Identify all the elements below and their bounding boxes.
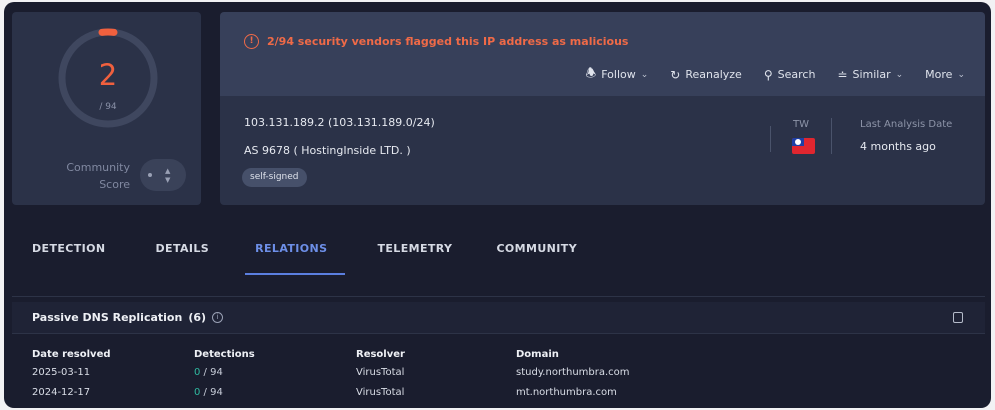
reanalyze-button[interactable]: ↻ Reanalyze [670, 64, 742, 85]
passive-dns-header: Passive DNS Replication (6) i [12, 302, 985, 334]
table-header-row: Date resolved Detections Resolver Domain [32, 346, 972, 362]
bell-icon: 🕭 [585, 66, 597, 80]
detections-cell: 0 / 94 [194, 387, 356, 398]
column-header-date[interactable]: Date resolved [32, 349, 194, 360]
more-button[interactable]: More ⌄ [925, 64, 965, 85]
tab-details[interactable]: DETAILS [156, 230, 210, 275]
similar-label: Similar [852, 68, 891, 81]
tab-detection[interactable]: DETECTION [32, 230, 106, 275]
taiwan-flag-icon [792, 138, 815, 154]
table-row[interactable]: 2024-12-17 0 / 94 VirusTotal mt.northumb… [32, 382, 972, 402]
follow-label: Follow [601, 68, 636, 81]
reanalyze-label: Reanalyze [685, 68, 742, 81]
search-button[interactable]: ⚲ Search [764, 64, 816, 85]
alert-text: 2/94 security vendors flagged this IP ad… [267, 35, 629, 48]
ip-address[interactable]: 103.131.189.2 (103.131.189.0/24) [244, 116, 435, 129]
search-icon: ⚲ [763, 67, 773, 82]
report-tabs: DETECTION DETAILS RELATIONS TELEMETRY CO… [12, 230, 577, 275]
community-score-card: 2 / 94 Community Score ▲ ▼ [12, 12, 201, 205]
info-icon[interactable]: i [212, 312, 224, 323]
alert-circle-icon: ! [244, 34, 259, 49]
date-cell: 2025-03-11 [32, 366, 91, 378]
report-header: ! 2/94 security vendors flagged this IP … [220, 12, 985, 96]
tag-self-signed[interactable]: self-signed [242, 168, 307, 187]
domain-link[interactable]: mt.northumbra.com [516, 387, 916, 398]
ip-info-panel: 103.131.189.2 (103.131.189.0/24) AS 9678… [220, 96, 985, 205]
community-score-label: Community Score [50, 159, 130, 193]
passive-dns-title-text: Passive DNS Replication [32, 311, 183, 324]
column-header-detections[interactable]: Detections [194, 349, 356, 360]
flag-sun [795, 139, 801, 145]
resolver-cell: VirusTotal [356, 366, 405, 378]
chevron-down-icon: ⌄ [957, 69, 965, 80]
as-owner[interactable]: AS 9678 ( HostingInside LTD. ) [244, 144, 411, 157]
column-header-domain[interactable]: Domain [516, 349, 916, 360]
community-vote-button[interactable]: ▲ ▼ [140, 159, 186, 191]
more-label: More [925, 68, 953, 81]
app-frame: 2 / 94 Community Score ▲ ▼ ! 2/94 securi… [4, 2, 991, 408]
tab-community[interactable]: COMMUNITY [496, 230, 577, 275]
copy-icon[interactable] [953, 312, 963, 323]
detections-cell: 0 / 94 [194, 367, 356, 378]
detection-score: 2 [98, 58, 118, 92]
divider [831, 118, 832, 154]
community-label-line2: Score [99, 178, 130, 191]
chevron-down-icon: ⌄ [895, 69, 904, 80]
resolver-cell: VirusTotal [356, 386, 405, 398]
date-cell: 2024-12-17 [32, 386, 91, 398]
malicious-alert: ! 2/94 security vendors flagged this IP … [244, 34, 628, 49]
last-analysis-value: 4 months ago [860, 140, 936, 153]
passive-dns-table: Date resolved Detections Resolver Domain… [32, 346, 972, 402]
chevron-down-icon: ⌄ [640, 69, 649, 80]
follow-button[interactable]: 🕭 Follow ⌄ [585, 64, 648, 85]
passive-dns-count: (6) [188, 311, 207, 324]
vote-dot-icon [148, 173, 152, 177]
community-label-line1: Community [66, 161, 130, 174]
vote-down-icon[interactable]: ▼ [165, 176, 170, 184]
action-toolbar: 🕭 Follow ⌄ ↻ Reanalyze ⚲ Search ≐ Simila… [585, 64, 965, 85]
column-header-resolver[interactable]: Resolver [356, 349, 516, 360]
country-code: TW [793, 119, 809, 130]
vote-up-icon[interactable]: ▲ [165, 167, 170, 175]
tab-relations[interactable]: RELATIONS [245, 230, 346, 275]
table-row[interactable]: 2025-03-11 0 / 94 VirusTotal study.north… [32, 362, 972, 382]
tabs-divider [12, 296, 985, 297]
detections-total: / 94 [200, 386, 223, 398]
similar-button[interactable]: ≐ Similar ⌄ [837, 64, 903, 85]
refresh-icon: ↻ [670, 67, 681, 82]
search-label: Search [777, 68, 816, 81]
divider [770, 126, 771, 152]
passive-dns-title: Passive DNS Replication (6) i [32, 311, 224, 324]
detection-total: / 94 [99, 102, 117, 112]
detections-total: / 94 [200, 366, 223, 378]
last-analysis-label: Last Analysis Date [860, 119, 953, 130]
similar-icon: ≐ [837, 67, 848, 82]
tab-telemetry[interactable]: TELEMETRY [377, 230, 452, 275]
domain-link[interactable]: study.northumbra.com [516, 367, 916, 378]
